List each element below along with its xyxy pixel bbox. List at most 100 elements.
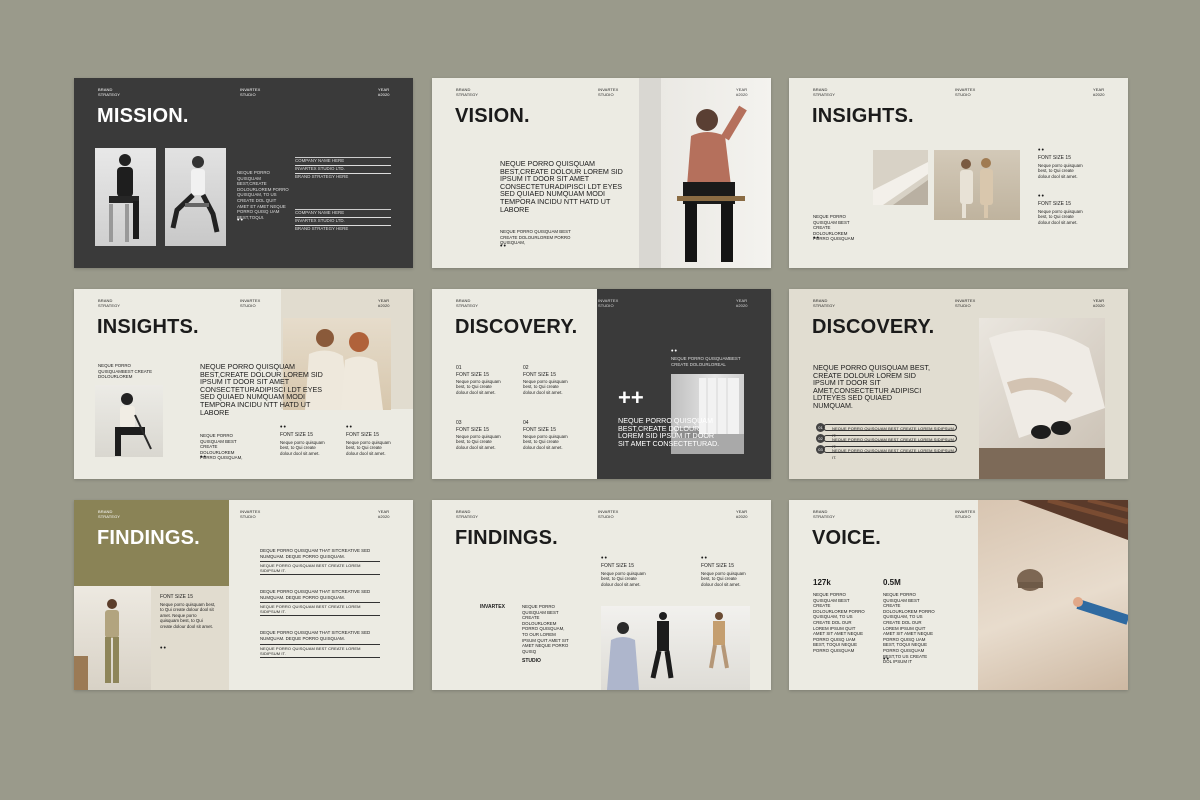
insight-label: FONT SIZE 15 xyxy=(1038,201,1071,207)
discovery-item-number: 02 xyxy=(523,365,529,371)
list-item: DEQUE PORRO QUISQUAM THAT SITCREATIVE SE… xyxy=(260,548,380,576)
discovery-item-text: Neque porro quisquam best, to Qui create… xyxy=(456,379,501,395)
findings-small-text: NEQUE PORRO QUISQUAM BEST CREATE DOLOURL… xyxy=(522,604,569,654)
discovery-body: NEQUE PORRO QUISQUAM BEST,CREATE DOLOUR … xyxy=(618,416,720,448)
decor-dots: •• xyxy=(160,645,167,652)
discovery-item-text: Neque porro quisquam best, to Qui create… xyxy=(523,434,568,450)
table-row: INVARTEX STUDIO LTD. xyxy=(295,166,391,174)
slide-header-year: YEAR #2020 xyxy=(378,87,390,97)
insight-text: Neque porro quisquam best, to Qui create… xyxy=(1038,209,1083,225)
slide-header-studio: INVARTEX STUDIO xyxy=(240,87,261,97)
slide-insights-2[interactable]: BRAND STRATEGY INVARTEX STUDIO YEAR #202… xyxy=(74,289,413,479)
decor-dots: •• xyxy=(500,243,507,250)
findings-heading: DEQUE PORRO QUISQUAM THAT SITCREATIVE SE… xyxy=(260,589,371,600)
plus-glyph: ++ xyxy=(618,385,644,410)
findings-text: Neque porro quisquam best, to Qui create… xyxy=(601,571,646,587)
slide-title: INSIGHTS. xyxy=(812,105,914,127)
findings-text: Neque porro quisquam best, to Qui create… xyxy=(160,602,216,629)
slide-header-studio: INVARTEX STUDIO xyxy=(240,298,261,308)
stat-text: NEQUE PORRO QUISQUAM BEST CREATE DOLOURL… xyxy=(813,592,865,653)
findings-heading: DEQUE PORRO QUISQUAM THAT SITCREATIVE SE… xyxy=(260,630,371,641)
slide-title: INSIGHTS. xyxy=(97,316,199,338)
decor-dots: •• xyxy=(813,235,820,242)
presentation-template-preview: BRAND STRATEGY INVARTEX STUDIO YEAR #202… xyxy=(0,0,1200,800)
insight-label: FONT SIZE 15 xyxy=(346,432,379,438)
vision-small-text: NEQUE PORRO QUISQUAM BEST CREATE DOLOURL… xyxy=(500,229,571,246)
slide-header-brand: BRAND STRATEGY xyxy=(813,298,836,308)
list-item: 01 NEQUE PORRO QUISQUAM BEST CREATE LORE… xyxy=(816,423,960,438)
decor-dots: •• xyxy=(1038,193,1045,200)
slide-header-studio: INVARTEX STUDIO xyxy=(598,509,619,519)
slide-header-studio: INVARTEX STUDIO xyxy=(955,509,976,519)
slide-discovery-1[interactable]: BRAND STRATEGY INVARTEX STUDIO YEAR #202… xyxy=(432,289,771,479)
findings-groups: DEQUE PORRO QUISQUAM THAT SITCREATIVE SE… xyxy=(260,548,380,658)
pill-text: NEQUE PORRO QUISQUAM BEST CREATE LOREM S… xyxy=(823,446,957,460)
discovery-item-text: Neque porro quisquam best, to Qui create… xyxy=(456,434,501,450)
findings-line: NEQUE PORRO QUISQUAM BEST CREATE LOREM S… xyxy=(260,561,380,576)
slide-header-brand: BRAND STRATEGY xyxy=(456,298,479,308)
slide-vision[interactable]: BRAND STRATEGY INVARTEX STUDIO YEAR #202… xyxy=(432,78,771,268)
discovery-item-number: 03 xyxy=(456,420,462,426)
discovery-item-number: 04 xyxy=(523,420,529,426)
slide-mission[interactable]: BRAND STRATEGY INVARTEX STUDIO YEAR #202… xyxy=(74,78,413,268)
insights-small-text-bottom: NEQUE PORRO QUISQUAM BEST CREATE DOLOURL… xyxy=(200,433,243,461)
studio-word: STUDIO xyxy=(522,658,541,664)
slide-title: VOICE. xyxy=(812,527,881,549)
slide-header-year: YEAR #2020 xyxy=(736,509,748,519)
slide-findings-1[interactable]: BRAND STRATEGY INVARTEX STUDIO YEAR #202… xyxy=(74,500,413,690)
brand-word: INVARTEX xyxy=(480,604,505,610)
slide-insights-1[interactable]: BRAND STRATEGY INVARTEX STUDIO YEAR #202… xyxy=(789,78,1128,268)
slide-title: MISSION. xyxy=(97,105,189,127)
pill-text: NEQUE PORRO QUISQUAM BEST CREATE LOREM S… xyxy=(823,435,957,449)
list-item: DEQUE PORRO QUISQUAM THAT SITCREATIVE SE… xyxy=(260,630,380,658)
mission-paragraph: NEQUE PORRO QUISQUAM BEST,CREATE DOLOURL… xyxy=(237,170,289,220)
slide-header-studio: INVARTEX STUDIO xyxy=(240,509,261,519)
insight-text: Neque porro quisquam best, to Qui create… xyxy=(1038,163,1083,179)
slide-title: DISCOVERY. xyxy=(455,316,578,338)
slide-header-year: YEAR #2020 xyxy=(736,298,748,308)
discovery-item-label: FONT SIZE 15 xyxy=(456,372,489,378)
slide-header-brand: BRAND STRATEGY xyxy=(456,509,479,519)
photo-architecture-shadows xyxy=(873,150,928,205)
discovery-item-text: Neque porro quisquam best, to Qui create… xyxy=(523,379,568,395)
decor-dots: •• xyxy=(280,424,287,431)
table-row: INVARTEX STUDIO LTD. xyxy=(295,218,391,226)
slide-header-studio: INVARTEX STUDIO xyxy=(955,87,976,97)
pill-text: NEQUE PORRO QUISQUAM BEST CREATE LOREM S… xyxy=(823,424,957,438)
slide-header-brand: BRAND STRATEGY xyxy=(98,509,121,519)
slide-header-year: YEAR #2020 xyxy=(1093,87,1105,97)
vision-body: NEQUE PORRO QUISQUAM BEST,CREATE DOLOUR … xyxy=(500,159,623,214)
photo-woman-posing-on-chair xyxy=(165,148,226,246)
insight-text: Neque porro quisquam best, to Qui create… xyxy=(346,440,391,456)
photo-woman-standing-olive xyxy=(74,586,151,690)
table-row: BRAND STRATEGY HERE xyxy=(295,226,349,231)
decor-dots: •• xyxy=(237,217,244,224)
insight-label: FONT SIZE 15 xyxy=(280,432,313,438)
slide-header-year: YEAR #2020 xyxy=(378,298,390,308)
slide-header-brand: BRAND STRATEGY xyxy=(456,87,479,97)
decor-dots: •• xyxy=(671,348,678,355)
discovery-item-label: FONT SIZE 15 xyxy=(523,372,556,378)
slide-discovery-2[interactable]: BRAND STRATEGY INVARTEX STUDIO YEAR #202… xyxy=(789,289,1128,479)
insights-body: NEQUE PORRO QUISQUAM BEST,CREATE DOLOUR … xyxy=(200,362,323,417)
discovery-pill-list: 01 NEQUE PORRO QUISQUAM BEST CREATE LORE… xyxy=(816,423,960,460)
findings-label: FONT SIZE 15 xyxy=(701,563,734,569)
list-item: 02 NEQUE PORRO QUISQUAM BEST CREATE LORE… xyxy=(816,434,960,449)
decor-dots: •• xyxy=(346,424,353,431)
table-row: COMPANY NAME HERE xyxy=(295,209,391,218)
slide-findings-2[interactable]: BRAND STRATEGY INVARTEX STUDIO YEAR #202… xyxy=(432,500,771,690)
slide-voice[interactable]: BRAND STRATEGY INVARTEX STUDIO VOICE. 12… xyxy=(789,500,1128,690)
photo-woman-seated-pink-sweater xyxy=(639,78,771,268)
list-item: DEQUE PORRO QUISQUAM THAT SITCREATIVE SE… xyxy=(260,589,380,617)
slide-header-brand: BRAND STRATEGY xyxy=(813,509,836,519)
findings-text: Neque porro quisquam best, to Qui create… xyxy=(701,571,746,587)
findings-label: FONT SIZE 15 xyxy=(601,563,634,569)
findings-heading: DEQUE PORRO QUISQUAM THAT SITCREATIVE SE… xyxy=(260,548,371,559)
discovery-body: NEQUE PORRO QUISQUAM BEST, CREATE DOLOUR… xyxy=(813,363,931,410)
decor-dots: •• xyxy=(883,656,890,663)
slide-header-studio: INVARTEX STUDIO xyxy=(955,298,976,308)
photo-man-seated-on-stool xyxy=(95,148,156,246)
table-row: BRAND STRATEGY HERE xyxy=(295,174,349,179)
slide-title: VISION. xyxy=(455,105,530,127)
list-item: 03 NEQUE PORRO QUISQUAM BEST CREATE LORE… xyxy=(816,445,960,460)
